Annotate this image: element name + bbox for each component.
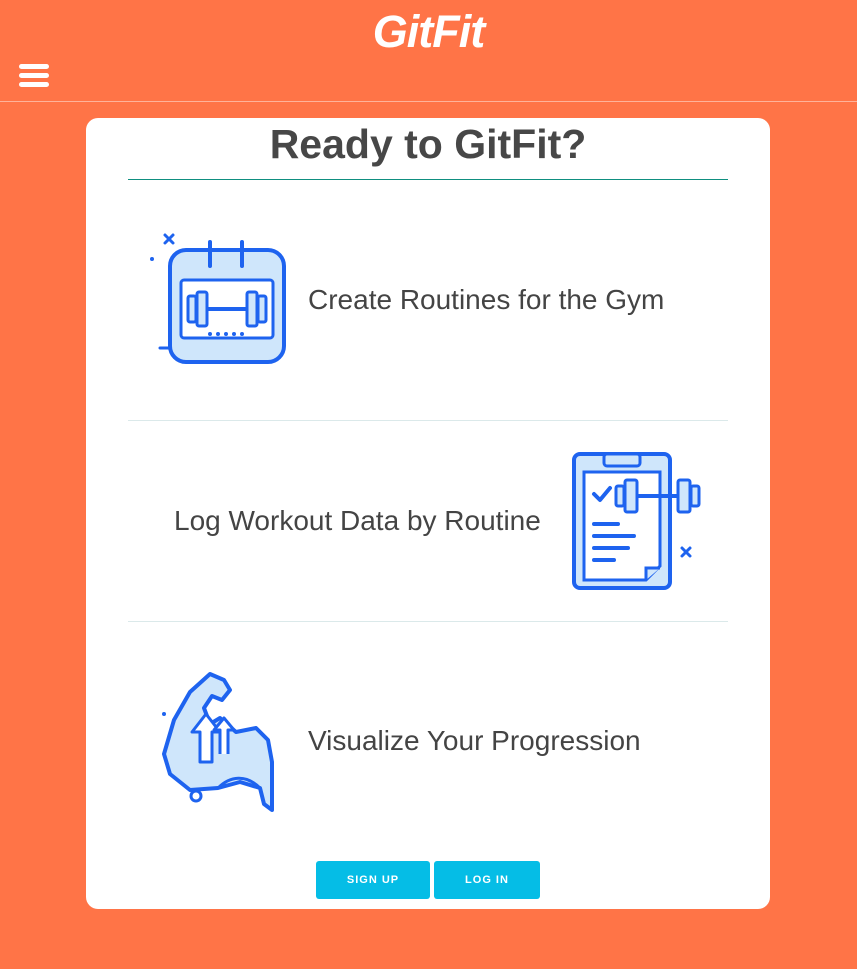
menu-bar xyxy=(19,73,49,78)
top-navbar: GitFit xyxy=(0,0,857,102)
clipboard-dumbbell-icon xyxy=(570,450,708,592)
menu-bar xyxy=(19,82,49,87)
log-in-button[interactable]: LOG IN xyxy=(434,861,540,899)
calendar-dumbbell-icon xyxy=(148,230,290,368)
brand-logo[interactable]: GitFit xyxy=(0,6,857,58)
hamburger-menu-icon[interactable] xyxy=(19,64,49,88)
feature-create-routines: Create Routines for the Gym xyxy=(308,284,665,315)
section-divider xyxy=(128,621,728,622)
page-title: Ready to GitFit? xyxy=(269,121,587,167)
title-divider xyxy=(128,179,728,180)
sign-up-button[interactable]: SIGN UP xyxy=(316,861,430,899)
feature-visualize-progression: Visualize Your Progression xyxy=(308,725,641,756)
section-divider xyxy=(128,420,728,421)
app-page: GitFit Ready to GitFit? Create Routines … xyxy=(0,0,857,969)
menu-bar xyxy=(19,64,49,69)
flexed-arm-icon xyxy=(160,670,278,812)
feature-log-workout: Log Workout Data by Routine xyxy=(174,505,541,536)
welcome-card: Ready to GitFit? Create Routines for the… xyxy=(86,118,770,909)
